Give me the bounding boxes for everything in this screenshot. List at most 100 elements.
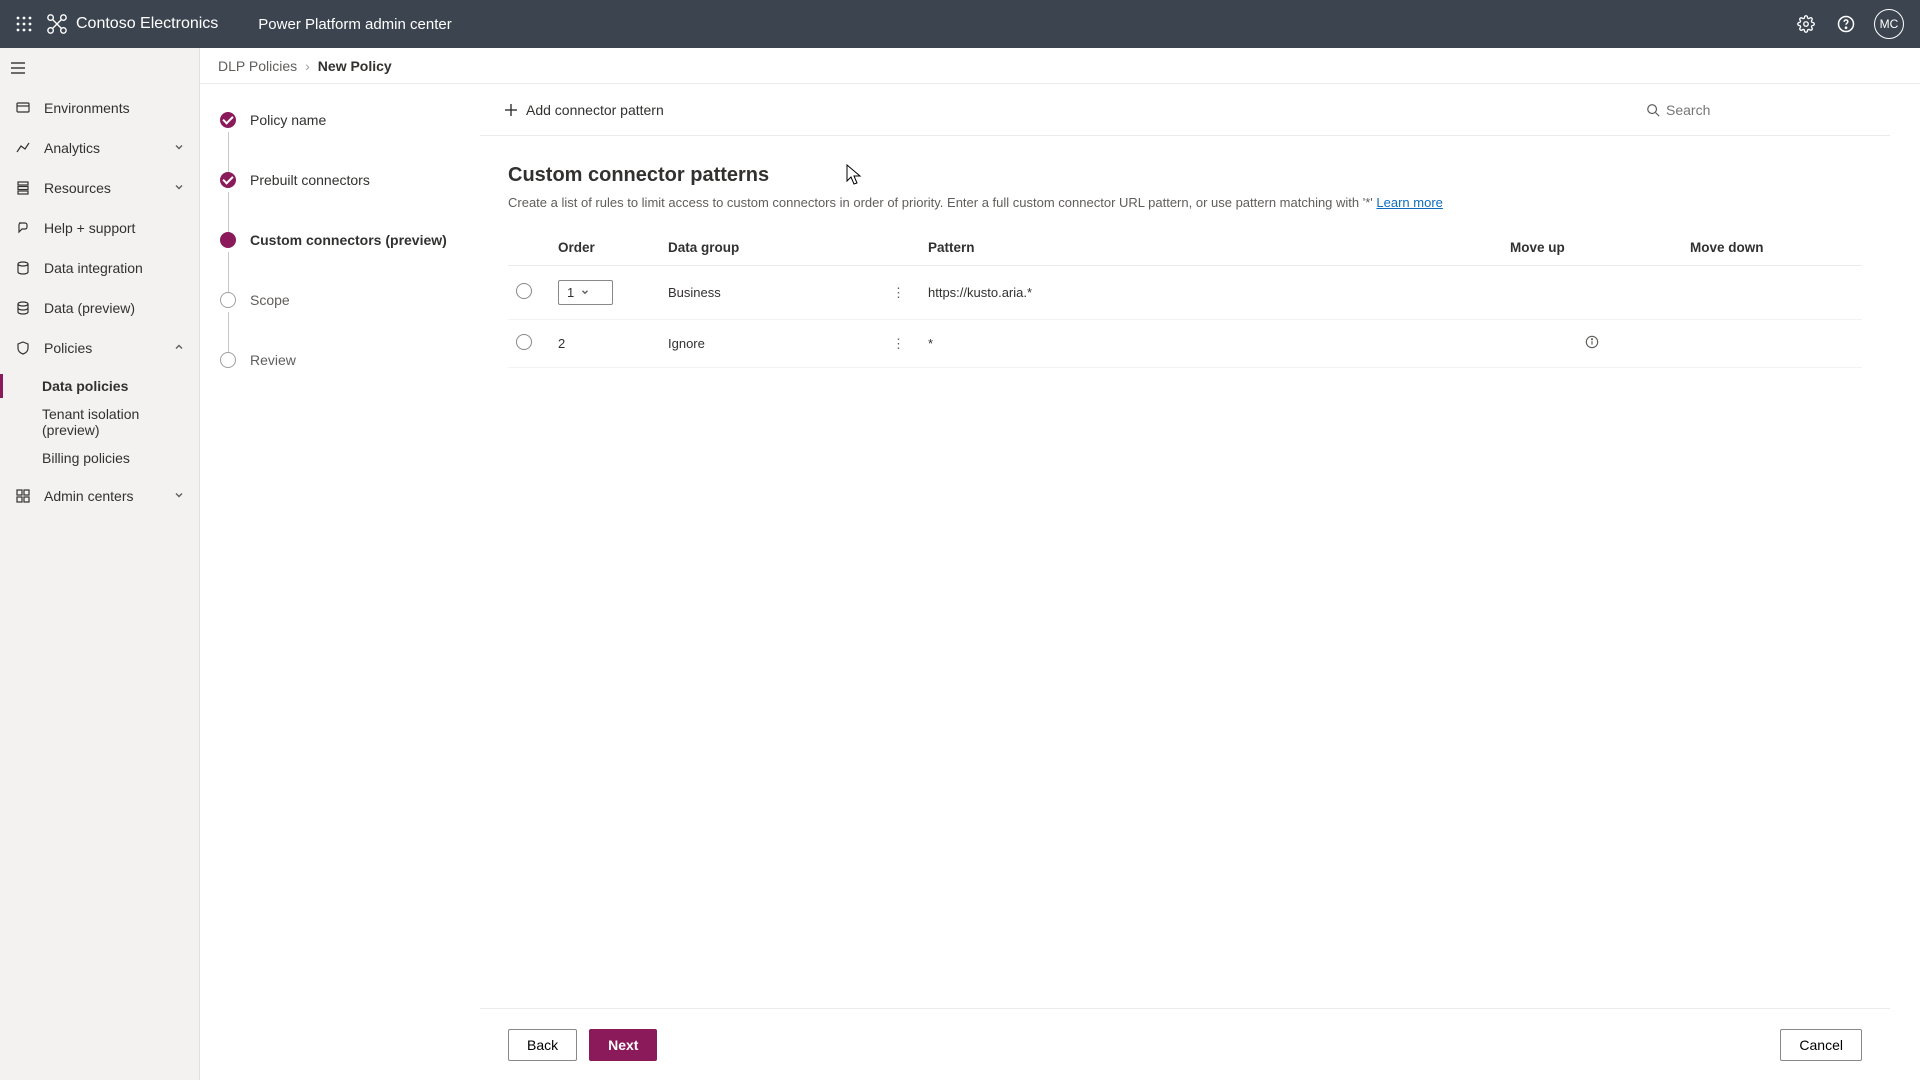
help-icon: [14, 219, 32, 237]
order-value: 2: [550, 320, 660, 368]
sidebar-item-analytics[interactable]: Analytics: [0, 128, 199, 168]
sidebar-item-label: Policies: [44, 340, 92, 356]
sidebar-item-label: Analytics: [44, 140, 100, 156]
step-label: Review: [250, 352, 296, 368]
data-group-value: Ignore: [668, 336, 705, 351]
sidebar-sub-billing-policies[interactable]: Billing policies: [0, 440, 199, 476]
analytics-icon: [14, 139, 32, 157]
step-dot-completed-icon: [220, 172, 236, 188]
avatar-initials: MC: [1880, 17, 1899, 31]
learn-more-link[interactable]: Learn more: [1376, 195, 1442, 210]
col-movedown-header[interactable]: Move down: [1682, 230, 1862, 266]
sidebar-sub-label: Data policies: [42, 378, 128, 394]
col-pattern-header[interactable]: Pattern: [920, 230, 1502, 266]
chevron-up-icon: [173, 340, 185, 356]
drone-icon: [46, 13, 68, 35]
wizard-steps: Policy name Prebuilt connectors Custom c…: [200, 84, 480, 1080]
resources-icon: [14, 179, 32, 197]
sidebar-item-label: Data (preview): [44, 300, 135, 316]
main-panel: Add connector pattern Custom connector p…: [480, 84, 1920, 1080]
next-button[interactable]: Next: [589, 1029, 657, 1061]
patterns-table: Order Data group Pattern Move up Move do…: [508, 230, 1862, 368]
sidebar-item-environments[interactable]: Environments: [0, 88, 199, 128]
chevron-down-icon: [173, 488, 185, 504]
pattern-value: https://kusto.aria.*: [920, 266, 1502, 320]
sidebar-sub-label: Tenant isolation (preview): [42, 406, 199, 438]
page-title: Custom connector patterns: [508, 164, 1862, 187]
step-dot-upcoming-icon: [220, 352, 236, 368]
back-button[interactable]: Back: [508, 1029, 577, 1061]
step-dot-completed-icon: [220, 112, 236, 128]
row-more-button[interactable]: ⋮: [886, 285, 912, 301]
sidebar-item-help[interactable]: Help + support: [0, 208, 199, 248]
chevron-down-icon: [173, 180, 185, 196]
org-name: Contoso Electronics: [76, 15, 218, 33]
data-group-value: Business: [668, 285, 721, 300]
step-dot-current-icon: [220, 232, 236, 248]
breadcrumb-parent[interactable]: DLP Policies: [218, 58, 297, 74]
app-launcher-icon[interactable]: [8, 8, 40, 40]
step-dot-upcoming-icon: [220, 292, 236, 308]
table-row: 1 Business ⋮ ht: [508, 266, 1862, 320]
wizard-step-custom[interactable]: Custom connectors (preview): [220, 232, 460, 248]
search-icon: [1646, 103, 1660, 117]
row-select-radio[interactable]: [516, 283, 532, 299]
col-moveup-header[interactable]: Move up: [1502, 230, 1682, 266]
chevron-down-icon: [173, 140, 185, 156]
search-area: [1646, 102, 1866, 118]
step-label: Policy name: [250, 112, 326, 128]
sidebar-item-label: Data integration: [44, 260, 143, 276]
data-preview-icon: [14, 299, 32, 317]
avatar[interactable]: MC: [1874, 9, 1904, 39]
add-connector-pattern-button[interactable]: Add connector pattern: [504, 102, 664, 118]
wizard-step-scope[interactable]: Scope: [220, 292, 460, 308]
order-select[interactable]: 1: [558, 280, 613, 305]
breadcrumb: DLP Policies › New Policy: [200, 48, 1920, 84]
sidebar-item-data-preview[interactable]: Data (preview): [0, 288, 199, 328]
col-group-header[interactable]: Data group: [660, 230, 920, 266]
pattern-value: *: [920, 320, 1502, 368]
sidebar-item-policies[interactable]: Policies: [0, 328, 199, 368]
global-header: Contoso Electronics Power Platform admin…: [0, 0, 1920, 48]
settings-icon[interactable]: [1786, 4, 1826, 44]
wizard-step-review[interactable]: Review: [220, 352, 460, 368]
sidebar: Environments Analytics Resources Help + …: [0, 48, 200, 1080]
col-order-header[interactable]: Order: [550, 230, 660, 266]
breadcrumb-separator: ›: [305, 58, 310, 74]
nav-collapse-button[interactable]: [0, 48, 199, 88]
row-select-radio[interactable]: [516, 334, 532, 350]
command-bar: Add connector pattern: [480, 84, 1890, 136]
sidebar-item-label: Admin centers: [44, 488, 133, 504]
app-title: Power Platform admin center: [258, 16, 451, 33]
sidebar-item-label: Environments: [44, 100, 130, 116]
chevron-down-icon: [580, 285, 590, 300]
sidebar-item-data-integration[interactable]: Data integration: [0, 248, 199, 288]
help-icon[interactable]: [1826, 4, 1866, 44]
sidebar-sub-tenant-isolation[interactable]: Tenant isolation (preview): [0, 404, 199, 440]
cancel-button[interactable]: Cancel: [1780, 1029, 1862, 1061]
row-more-button[interactable]: ⋮: [886, 336, 912, 352]
hamburger-icon: [10, 60, 26, 76]
search-input[interactable]: [1666, 102, 1866, 118]
sidebar-item-admin-centers[interactable]: Admin centers: [0, 476, 199, 516]
sidebar-item-label: Help + support: [44, 220, 135, 236]
sidebar-sub-data-policies[interactable]: Data policies: [0, 368, 199, 404]
wizard-footer: Back Next Cancel: [480, 1008, 1890, 1080]
table-row: 2 Ignore ⋮ *: [508, 320, 1862, 368]
sidebar-sub-label: Billing policies: [42, 450, 130, 466]
sidebar-item-label: Resources: [44, 180, 111, 196]
wizard-step-policy-name[interactable]: Policy name: [220, 112, 460, 128]
add-button-label: Add connector pattern: [526, 102, 664, 118]
step-label: Scope: [250, 292, 290, 308]
order-value: 1: [567, 285, 574, 300]
step-label: Prebuilt connectors: [250, 172, 370, 188]
wizard-step-prebuilt[interactable]: Prebuilt connectors: [220, 172, 460, 188]
environments-icon: [14, 99, 32, 117]
step-label: Custom connectors (preview): [250, 232, 447, 248]
sidebar-item-resources[interactable]: Resources: [0, 168, 199, 208]
breadcrumb-current: New Policy: [318, 58, 392, 74]
policies-icon: [14, 339, 32, 357]
page-description: Create a list of rules to limit access t…: [508, 195, 1862, 210]
org-logo[interactable]: Contoso Electronics: [46, 13, 218, 35]
info-icon[interactable]: [1585, 337, 1599, 352]
